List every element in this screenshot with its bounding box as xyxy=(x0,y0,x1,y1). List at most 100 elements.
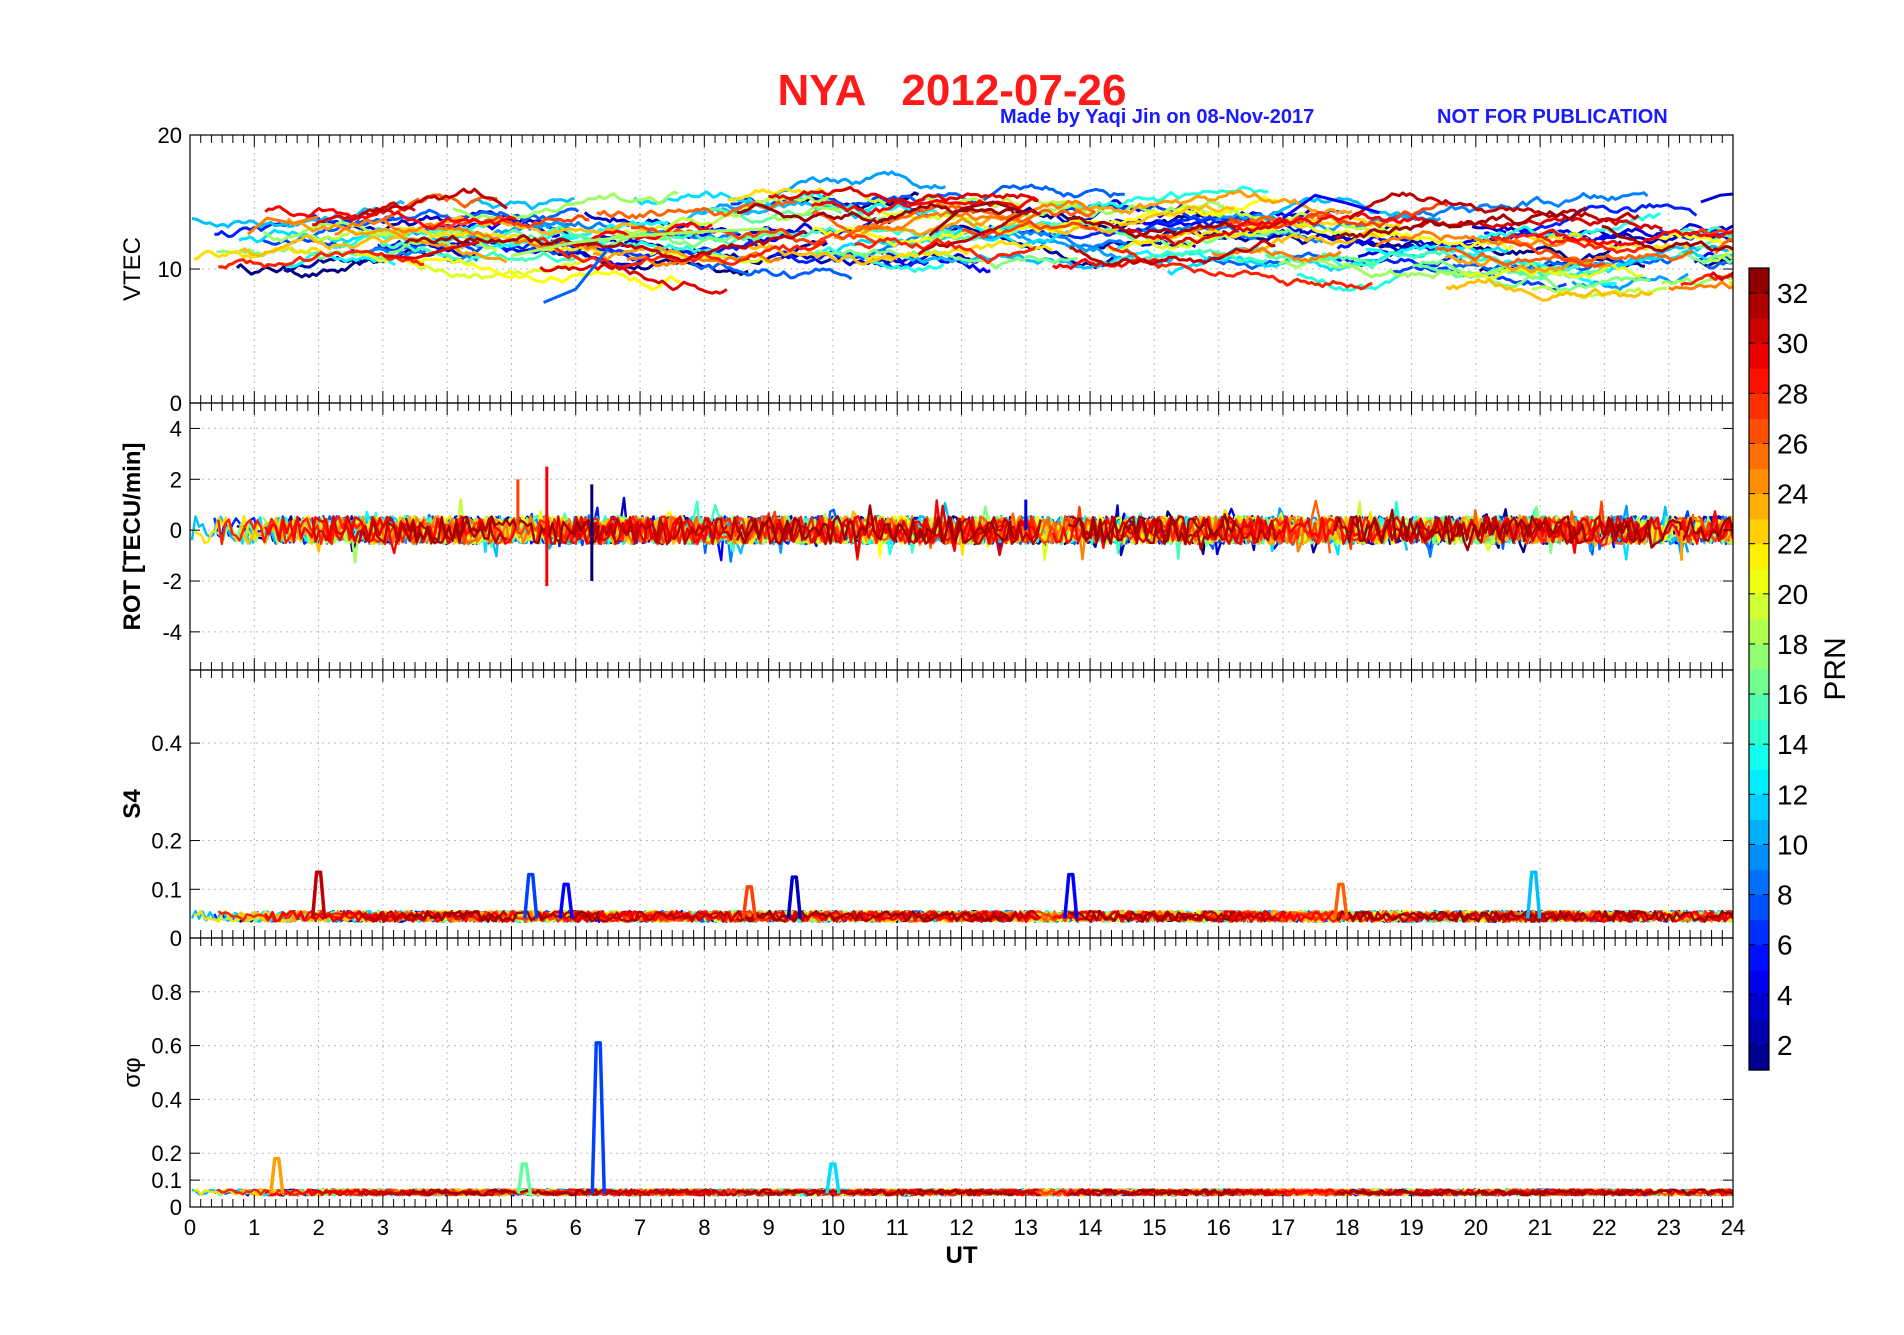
colorbar-step xyxy=(1749,794,1769,820)
panel-s4: 0 0.1 0.2 0.4 S4 xyxy=(119,669,1734,951)
colorbar-tick-label: 12 xyxy=(1777,779,1808,810)
x-tick-label: 13 xyxy=(1014,1215,1038,1240)
y-tick-label: 0.2 xyxy=(151,829,182,854)
x-tick-label: 10 xyxy=(821,1215,845,1240)
series-prn-9 xyxy=(1383,191,1649,222)
y-tick-label: 0.1 xyxy=(151,877,182,902)
x-tick-label: 6 xyxy=(570,1215,582,1240)
colorbar-label: PRN xyxy=(1819,637,1852,700)
x-tick-label: 7 xyxy=(634,1215,646,1240)
x-tick-label: 3 xyxy=(377,1215,389,1240)
colorbar-tick-label: 16 xyxy=(1777,679,1808,710)
colorbar-tick-label: 32 xyxy=(1777,278,1808,309)
x-tick-label: 4 xyxy=(441,1215,453,1240)
colorbar-step xyxy=(1749,418,1769,445)
colorbar-step xyxy=(1749,719,1769,745)
y-tick-label: -4 xyxy=(162,620,182,645)
colorbar-tick-label: 20 xyxy=(1777,579,1808,610)
y-tick-label: 0.1 xyxy=(151,1168,182,1193)
colorbar-step xyxy=(1749,769,1769,795)
colorbar-tick-label: 30 xyxy=(1777,328,1808,359)
x-tick-label: 11 xyxy=(886,1215,909,1240)
colorbar-step xyxy=(1749,669,1769,695)
colorbar-step xyxy=(1749,969,1769,996)
grid xyxy=(190,670,1733,938)
colorbar-tick-label: 26 xyxy=(1777,428,1808,459)
panel-vtec: 0 10 20 VTEC xyxy=(119,123,1734,416)
y-axis-label: σφ xyxy=(119,1057,146,1087)
x-tick-label: 5 xyxy=(505,1215,517,1240)
colorbar-step xyxy=(1749,393,1769,419)
series-group xyxy=(191,170,1733,304)
y-tick-label: 0.6 xyxy=(151,1034,182,1059)
y-tick-label: 4 xyxy=(170,416,182,441)
x-tick-label: 0 xyxy=(184,1215,196,1240)
colorbar-tick-label: 22 xyxy=(1777,529,1808,560)
colorbar-step xyxy=(1749,844,1769,871)
peak-prn-7 xyxy=(590,1041,607,1194)
y-tick-label: 0.8 xyxy=(151,980,182,1005)
colorbar-step xyxy=(1749,318,1769,344)
colorbar-tick-label: 6 xyxy=(1777,930,1793,961)
colorbar: 2468101214161820222426283032PRN xyxy=(1748,267,1852,1071)
series-group xyxy=(190,870,1733,923)
plot-area: 01020VTEC-4-2024ROT [TECU/min]00.10.20.4… xyxy=(119,123,1852,1269)
y-tick-label: 0 xyxy=(170,518,182,543)
colorbar-step xyxy=(1749,343,1769,369)
x-tick-label: 16 xyxy=(1206,1215,1230,1240)
x-tick-label: 21 xyxy=(1528,1215,1552,1240)
x-tick-label: 8 xyxy=(698,1215,710,1240)
y-tick-label: 20 xyxy=(158,123,182,148)
x-tick-label: 22 xyxy=(1592,1215,1616,1240)
colorbar-tick-label: 24 xyxy=(1777,479,1808,510)
x-tick-label: 19 xyxy=(1399,1215,1423,1240)
x-tick-label: 2 xyxy=(312,1215,324,1240)
colorbar-step xyxy=(1749,894,1769,921)
panel-rot: -4 -2 0 2 4 ROT [TECU/min] xyxy=(119,402,1734,671)
y-tick-label: 0 xyxy=(170,391,182,416)
y-tick-label: -2 xyxy=(162,569,182,594)
x-tick-label: 24 xyxy=(1721,1215,1745,1240)
colorbar-step xyxy=(1749,694,1769,720)
colorbar-step xyxy=(1749,944,1769,971)
colorbar-step xyxy=(1749,593,1769,620)
colorbar-tick-label: 8 xyxy=(1777,880,1793,911)
y-tick-label: 2 xyxy=(170,467,182,492)
grid xyxy=(190,938,1733,1207)
y-axis-label: VTEC xyxy=(119,237,146,301)
colorbar-step xyxy=(1749,468,1769,495)
x-tick-label: 12 xyxy=(949,1215,973,1240)
x-axis-label: UT xyxy=(946,1242,978,1269)
panel-sigma-phi: 00.10.20.40.60.8σφ0 1 2 3 4 5 6 7 8 9 10 11 12 13 14 15… xyxy=(119,937,1745,1269)
colorbar-step xyxy=(1749,618,1769,645)
colorbar-step xyxy=(1749,1044,1769,1071)
colorbar-step xyxy=(1749,543,1769,570)
colorbar-step xyxy=(1749,643,1769,670)
x-tick-label: 20 xyxy=(1464,1215,1488,1240)
y-tick-label: 0.2 xyxy=(151,1141,182,1166)
colorbar-step xyxy=(1749,293,1769,319)
y-tick-label: 10 xyxy=(158,257,182,282)
notice-text: NOT FOR PUBLICATION xyxy=(1437,106,1668,128)
y-tick-label: 0.4 xyxy=(151,731,182,756)
x-tick-label: 15 xyxy=(1142,1215,1166,1240)
x-tick-label: 17 xyxy=(1271,1215,1295,1240)
x-tick-label: 23 xyxy=(1656,1215,1680,1240)
colorbar-step xyxy=(1749,368,1769,394)
y-axis-label: S4 xyxy=(119,789,146,819)
colorbar-step xyxy=(1749,518,1769,545)
x-tick-label: 14 xyxy=(1078,1215,1102,1240)
colorbar-step xyxy=(1749,919,1769,946)
colorbar-step xyxy=(1749,493,1769,520)
y-tick-label: 0.4 xyxy=(151,1087,182,1112)
colorbar-tick-label: 2 xyxy=(1777,1030,1793,1061)
peak-prn-24 xyxy=(269,1156,285,1194)
x-tick-label: 1 xyxy=(248,1215,260,1240)
colorbar-tick-label: 18 xyxy=(1777,629,1808,660)
colorbar-step xyxy=(1749,443,1769,470)
figure: NYA 2012-07-26 Made by Yaqi Jin on 08-No… xyxy=(0,0,1904,1330)
colorbar-tick-label: 10 xyxy=(1777,829,1808,860)
credit-text: Made by Yaqi Jin on 08-Nov-2017 xyxy=(1000,106,1315,128)
colorbar-tick-label: 14 xyxy=(1777,729,1808,760)
x-tick-label: 9 xyxy=(763,1215,775,1240)
